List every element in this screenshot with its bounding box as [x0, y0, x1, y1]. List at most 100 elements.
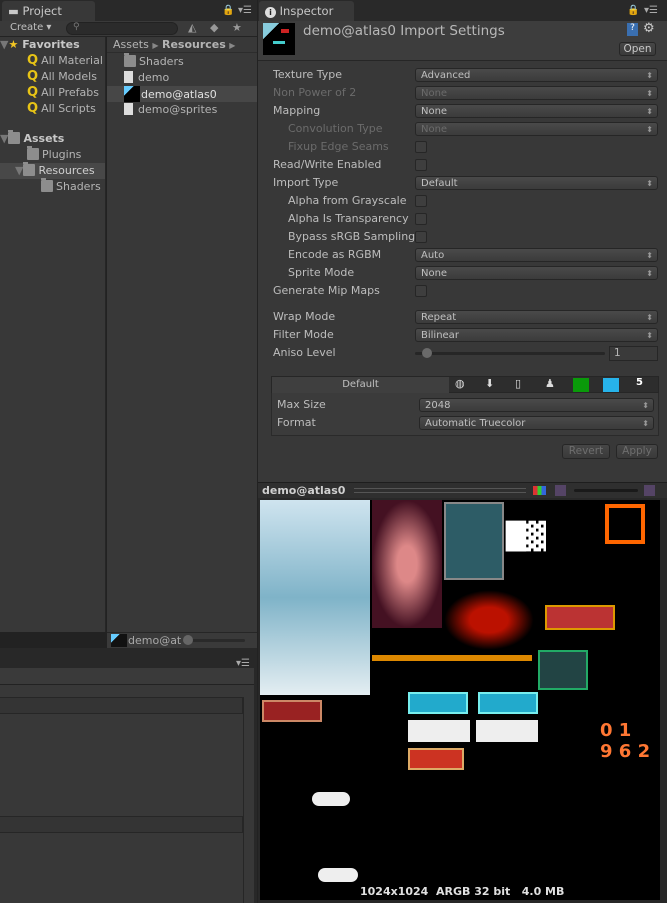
format-dropdown[interactable]: Automatic Truecolor	[419, 416, 654, 430]
texture-thumbnail-icon	[124, 86, 140, 102]
fixup-edge-seams-checkbox[interactable]	[415, 141, 427, 153]
folder-item-resources[interactable]: ▼ Resources	[0, 162, 105, 179]
alpha-is-transparency-checkbox[interactable]	[415, 213, 427, 225]
search-icon: Q	[27, 101, 39, 116]
aniso-level-input[interactable]: 1	[609, 346, 658, 361]
mapping-dropdown[interactable]: None	[415, 104, 658, 118]
favorite-item[interactable]: Q All Scripts	[0, 101, 105, 117]
aniso-level-slider[interactable]	[415, 348, 605, 358]
favorite-item[interactable]: Q All Models	[0, 69, 105, 85]
inspector-panel: demo@atlas0 Import Settings ? ⚙ Open Tex…	[258, 21, 667, 482]
mip-checker-icon[interactable]	[644, 485, 655, 496]
sprite-mode-dropdown[interactable]: None	[415, 266, 658, 280]
label: Texture Type	[273, 68, 343, 81]
alpha-checker-icon[interactable]	[555, 485, 566, 496]
download-icon[interactable]: ⬇	[485, 377, 494, 390]
lock-icon[interactable]: 🔒	[627, 5, 639, 16]
favorites-header[interactable]: ▼★ Favorites	[0, 37, 105, 53]
texture-info: 1024x1024 ARGB 32 bit 4.0 MB	[360, 885, 565, 898]
revert-button[interactable]: Revert	[562, 444, 610, 459]
apply-button[interactable]: Apply	[616, 444, 658, 459]
file-item[interactable]: demo@sprites	[124, 102, 257, 118]
assets-header[interactable]: ▼ Assets	[0, 130, 105, 147]
label: Mapping	[273, 104, 321, 117]
search-icon: Q	[27, 85, 39, 100]
folder-item-shaders[interactable]: Shaders	[0, 178, 105, 195]
platform-tabs: Default ◍ ⬇ ▯ ♟ 5	[271, 376, 659, 393]
encode-rgbm-dropdown[interactable]: Auto	[415, 248, 658, 262]
label: Bypass sRGB Sampling	[288, 230, 415, 243]
file-item[interactable]: Shaders	[124, 53, 257, 70]
android-icon[interactable]: ♟	[545, 377, 555, 390]
filter-type-icon[interactable]: ◭	[188, 21, 196, 34]
generate-mipmaps-checkbox[interactable]	[415, 285, 427, 297]
import-type-dropdown[interactable]: Default	[415, 176, 658, 190]
label: Alpha from Grayscale	[288, 194, 407, 207]
project-file-list: Assets ▶ Resources ▶ Shaders demo demo@a…	[107, 37, 257, 632]
windows-phone-icon[interactable]	[603, 378, 619, 392]
label: Format	[277, 416, 316, 429]
open-button[interactable]: Open	[619, 42, 656, 56]
folder-icon	[23, 162, 36, 176]
filter-mode-dropdown[interactable]: Bilinear	[415, 328, 658, 342]
search-icon: Q	[27, 69, 39, 84]
texture-type-dropdown[interactable]: Advanced	[415, 68, 658, 82]
folder-icon	[8, 130, 21, 144]
panel-menu-icon[interactable]: ▾☰	[644, 5, 658, 16]
html5-icon[interactable]: 5	[636, 377, 643, 388]
label: Generate Mip Maps	[273, 284, 380, 297]
slider-thumb	[422, 348, 432, 358]
label: Filter Mode	[273, 328, 334, 341]
folder-icon	[124, 53, 136, 67]
folder-item-plugins[interactable]: Plugins	[0, 146, 105, 163]
drag-handle[interactable]	[354, 488, 526, 493]
label: Fixup Edge Seams	[288, 140, 389, 153]
bypass-srgb-checkbox[interactable]	[415, 231, 427, 243]
lock-icon[interactable]: 🔒	[222, 5, 234, 16]
favorite-item[interactable]: Q All Prefabs	[0, 85, 105, 101]
alpha-from-grayscale-checkbox[interactable]	[415, 195, 427, 207]
tab-inspector[interactable]: i Inspector	[259, 1, 354, 21]
file-item-selected[interactable]: demo@atlas0	[107, 86, 257, 102]
favorite-item[interactable]: Q All Material	[0, 53, 105, 69]
help-book-icon[interactable]: ?	[627, 23, 638, 36]
texture-thumbnail-icon	[111, 634, 127, 647]
text-file-icon	[124, 71, 133, 83]
search-input[interactable]: ⚲	[66, 22, 178, 35]
panel-menu-icon[interactable]: ▾☰	[238, 5, 252, 16]
phone-icon[interactable]: ▯	[515, 377, 521, 390]
label: Read/Write Enabled	[273, 158, 382, 171]
mip-level-slider[interactable]	[574, 489, 638, 492]
breadcrumb-assets[interactable]: Assets	[113, 38, 149, 51]
globe-icon[interactable]: ◍	[455, 377, 465, 390]
windows-store-icon[interactable]	[573, 378, 589, 392]
max-size-dropdown[interactable]: 2048	[419, 398, 654, 412]
file-item[interactable]: demo	[124, 70, 257, 86]
favorite-star-icon[interactable]: ★	[232, 21, 242, 34]
create-button[interactable]: Create ▾	[10, 22, 51, 33]
convolution-type-dropdown[interactable]: None	[415, 122, 658, 136]
star-icon: ★	[8, 38, 19, 51]
label: Alpha Is Transparency	[288, 212, 409, 225]
tab-project[interactable]: ▬ Project	[2, 1, 95, 21]
label: Import Type	[273, 176, 339, 189]
tab-platform-default[interactable]: Default	[272, 377, 449, 393]
search-icon: ⚲	[73, 22, 80, 32]
platform-settings: Max Size 2048 Format Automatic Truecolor	[271, 393, 659, 436]
lower-panel: ▾☰	[0, 648, 257, 903]
preview-area: █▓ 0 19 6 2 1024x1024 ARGB 32 bit 4.0 MB	[258, 498, 667, 903]
rgb-channel-icon[interactable]	[533, 486, 546, 495]
preview-title[interactable]: demo@atlas0	[262, 484, 345, 497]
read-write-enabled-checkbox[interactable]	[415, 159, 427, 171]
slider-thumb	[183, 635, 193, 645]
label-tag-icon[interactable]: ◆	[210, 21, 218, 34]
texture-thumbnail	[263, 23, 295, 55]
wrap-mode-dropdown[interactable]: Repeat	[415, 310, 658, 324]
breadcrumb-resources[interactable]: Resources	[162, 38, 226, 51]
icon-size-slider[interactable]	[183, 635, 245, 645]
project-folder-tree: ▼★ Favorites Q All Material Q All Models Q…	[0, 37, 106, 632]
breadcrumb: Assets ▶ Resources ▶	[107, 37, 257, 53]
gear-icon[interactable]: ⚙	[643, 21, 655, 36]
non-power-of-2-dropdown[interactable]: None	[415, 86, 658, 100]
lower-content	[0, 685, 254, 903]
